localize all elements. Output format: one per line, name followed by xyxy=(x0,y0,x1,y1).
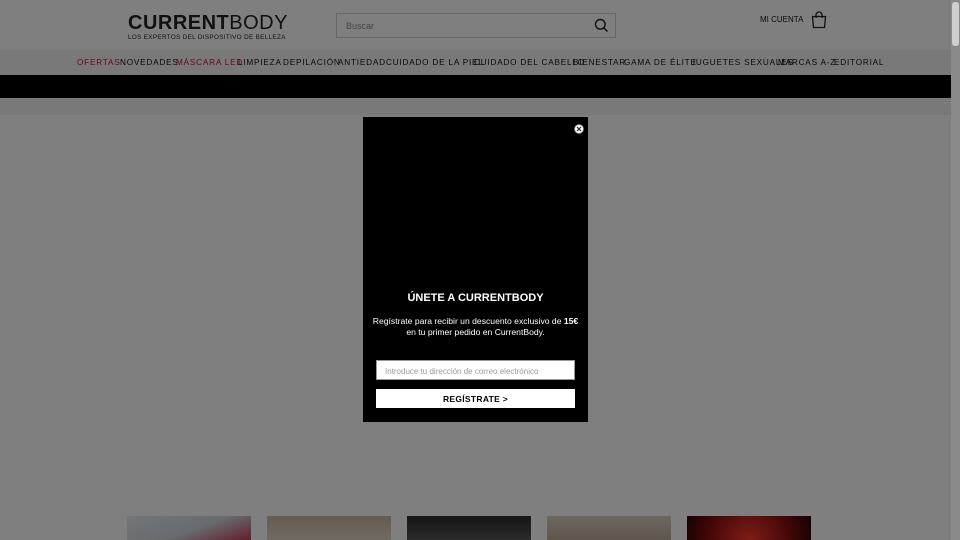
modal-description-text: Regístrate para recibir un descuento exc… xyxy=(372,316,564,326)
register-button[interactable]: REGÍSTRATE > xyxy=(376,389,575,408)
close-icon[interactable] xyxy=(574,121,584,134)
email-field-wrap xyxy=(376,360,575,381)
modal-description-text-2: en tu primer pedido en CurrentBody. xyxy=(406,327,545,337)
discount-amount: 15€ xyxy=(563,316,579,326)
modal-description: Regístrate para recibir un descuento exc… xyxy=(369,316,582,338)
modal-title: ÚNETE A CURRENTBODY xyxy=(407,292,544,304)
page: CURRENTBODY LOS EXPERTOS DEL DISPOSITIVO… xyxy=(0,0,951,540)
newsletter-modal: ÚNETE A CURRENTBODY Regístrate para reci… xyxy=(363,117,588,422)
page-scrollbar[interactable] xyxy=(951,0,960,540)
scrollbar-thumb[interactable] xyxy=(952,2,959,46)
email-field[interactable] xyxy=(377,362,572,381)
